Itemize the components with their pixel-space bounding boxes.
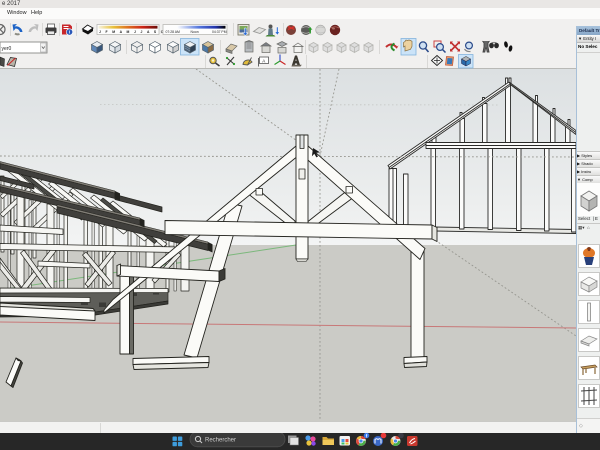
svg-text:Rechercher: Rechercher <box>205 438 236 444</box>
svg-text:yer0: yer0 <box>2 46 12 52</box>
svg-text:A: A <box>262 58 265 63</box>
